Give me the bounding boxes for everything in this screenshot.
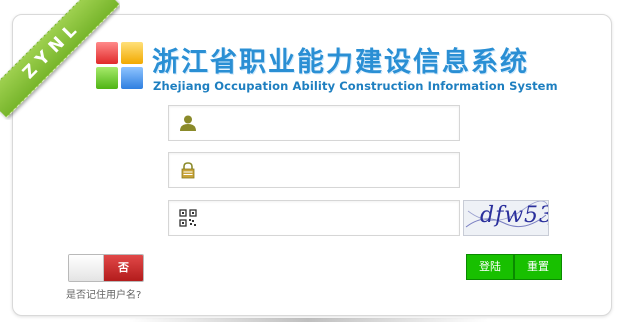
toggle-knob xyxy=(69,255,104,281)
logo-blue-square xyxy=(121,67,143,89)
reset-button[interactable]: 重置 xyxy=(514,254,562,280)
logo-yellow-square xyxy=(121,42,143,64)
page-subtitle: Zhejiang Occupation Ability Construction… xyxy=(153,79,558,93)
captcha-field xyxy=(168,200,460,236)
username-input[interactable] xyxy=(203,106,457,140)
lock-icon xyxy=(181,162,195,179)
remember-username-label: 是否记住用户名? xyxy=(66,290,142,301)
captcha-image[interactable]: dfw53 xyxy=(463,200,549,236)
password-input[interactable] xyxy=(203,153,457,187)
user-icon xyxy=(180,115,196,131)
card-shadow xyxy=(128,318,488,322)
username-field xyxy=(168,105,460,141)
logo-green-square xyxy=(96,67,118,89)
logo-red-square xyxy=(96,42,118,64)
page-title: 浙江省职业能力建设信息系统 xyxy=(152,47,529,78)
toggle-state: 否 xyxy=(104,255,143,281)
app-logo xyxy=(96,42,144,90)
qr-code-icon xyxy=(179,209,197,227)
captcha-text: dfw53 xyxy=(480,203,549,228)
remember-username-toggle[interactable]: 否 xyxy=(68,254,144,282)
captcha-input[interactable] xyxy=(203,201,457,235)
password-field xyxy=(168,152,460,188)
login-button[interactable]: 登陆 xyxy=(466,254,514,280)
